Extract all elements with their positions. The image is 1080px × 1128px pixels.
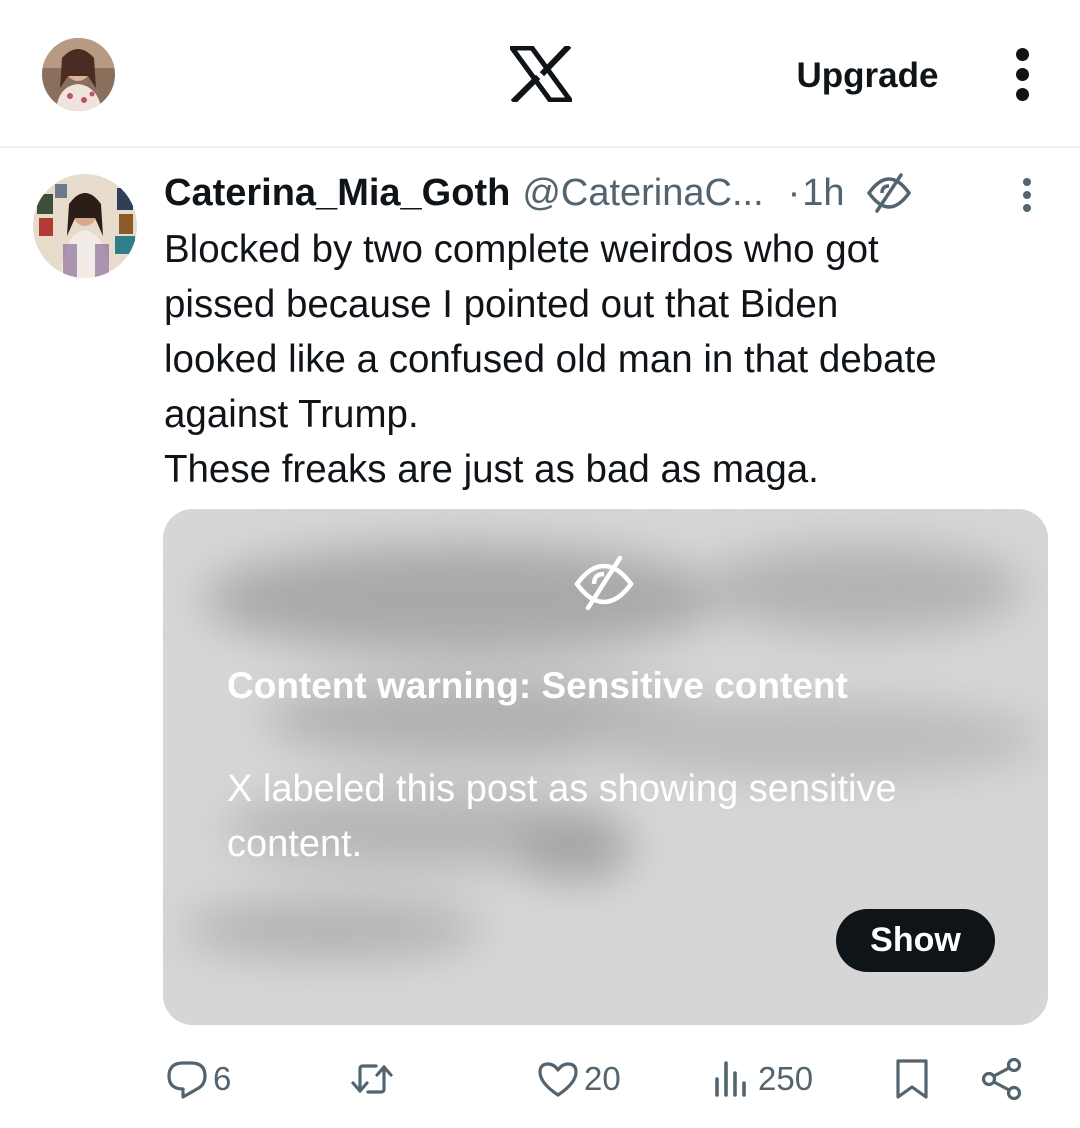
author-name[interactable]: Caterina_Mia_Goth xyxy=(164,172,510,215)
upgrade-button[interactable]: Upgrade xyxy=(770,56,965,96)
post-text-line: against Trump. xyxy=(164,393,419,436)
eye-off-icon xyxy=(574,555,634,611)
like-count: 20 xyxy=(584,1060,621,1097)
post-header: Caterina_Mia_Goth @CaterinaC... · 1h xyxy=(164,166,913,220)
post-time[interactable]: 1h xyxy=(802,172,844,215)
content-warning-title: Content warning: Sensitive content xyxy=(227,665,848,706)
share-icon xyxy=(981,1057,1022,1101)
more-vertical-icon[interactable] xyxy=(1008,48,1036,102)
author-avatar[interactable] xyxy=(33,174,137,278)
post-more-icon[interactable] xyxy=(1016,178,1038,218)
post-text-line: Blocked by two complete weirdos who got xyxy=(164,228,879,271)
top-bar: Upgrade xyxy=(0,0,1080,148)
heart-icon xyxy=(538,1062,578,1097)
post-text-line: These freaks are just as bad as maga. xyxy=(164,448,819,491)
bookmark-button[interactable] xyxy=(890,1054,934,1104)
x-logo-icon[interactable] xyxy=(510,46,572,102)
post-text-line: looked like a confused old man in that d… xyxy=(164,338,937,381)
views-button[interactable]: 250 xyxy=(710,1054,813,1104)
content-warning-text: X labeled this post as showing sensitive… xyxy=(227,768,897,865)
share-button[interactable] xyxy=(980,1054,1024,1104)
account-avatar[interactable] xyxy=(42,38,115,111)
separator-dot: · xyxy=(787,171,801,214)
views-chart-icon xyxy=(715,1061,746,1097)
post-text-line: pissed because I pointed out that Biden xyxy=(164,283,839,326)
author-handle[interactable]: @CaterinaC... xyxy=(522,172,763,215)
repost-button[interactable] xyxy=(350,1054,398,1104)
bookmark-icon xyxy=(896,1059,928,1099)
post-text: Blocked by two complete weirdos who got … xyxy=(164,222,1054,497)
eye-off-icon xyxy=(866,173,911,213)
reply-icon xyxy=(167,1061,207,1099)
reply-button[interactable]: 6 xyxy=(165,1054,231,1104)
repost-icon xyxy=(351,1064,393,1094)
show-button[interactable]: Show xyxy=(836,909,995,972)
author-avatar-image xyxy=(33,174,137,278)
reply-count: 6 xyxy=(213,1060,232,1097)
views-count: 250 xyxy=(758,1060,814,1097)
avatar-image xyxy=(42,38,115,111)
like-button[interactable]: 20 xyxy=(536,1054,621,1104)
